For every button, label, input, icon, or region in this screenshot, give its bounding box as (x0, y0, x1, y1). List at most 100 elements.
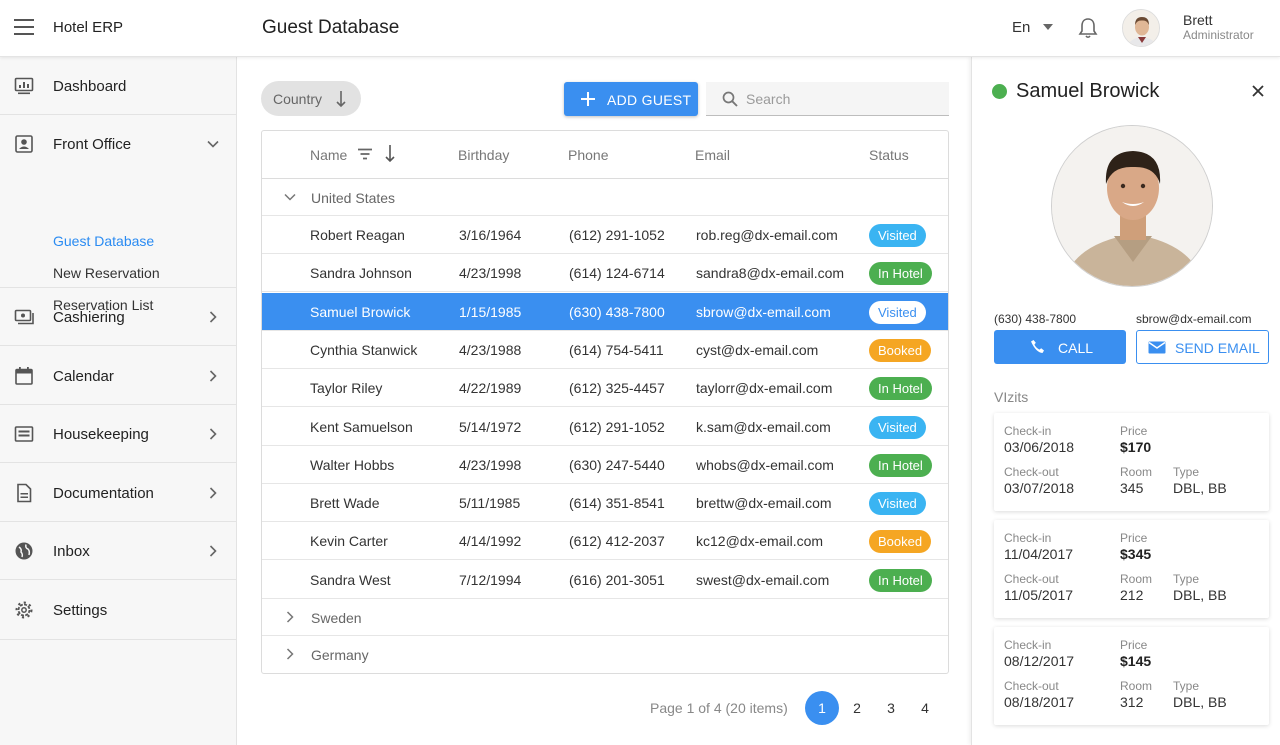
sidebar-item-inbox[interactable]: Inbox (0, 522, 237, 580)
inbox-icon (15, 542, 33, 560)
chevron-right-icon (286, 648, 294, 660)
chevron-right-icon (209, 428, 217, 440)
chevron-right-icon (209, 311, 217, 323)
documentation-icon (17, 483, 32, 503)
cell-birthday: 4/23/1988 (459, 341, 522, 358)
sidebar-item-label: Settings (53, 602, 108, 619)
column-header-phone[interactable]: Phone (568, 147, 608, 163)
visit-card: Check-in 08/12/2017 Check-out 08/18/2017 Pri… (994, 627, 1269, 725)
cell-email: brettw@dx-email.com (696, 495, 832, 512)
group-label: Sweden (311, 610, 362, 626)
check-out-value: 11/05/2017 (1004, 587, 1074, 603)
sort-descending-icon[interactable] (384, 144, 396, 164)
cell-phone: (612) 325-4457 (569, 380, 665, 397)
type-value: DBL, BB (1173, 694, 1227, 710)
sidebar-item-label: Documentation (53, 485, 154, 502)
sidebar-item-documentation[interactable]: Documentation (0, 464, 237, 522)
table-row[interactable]: Sandra West 7/12/1994 (616) 201-3051 swest@… (262, 561, 948, 599)
cell-email: sandra8@dx-email.com (696, 265, 845, 282)
table-row[interactable]: Kent Samuelson 5/14/1972 (612) 291-1052 k.s… (262, 408, 948, 446)
cell-phone: (614) 124-6714 (569, 265, 665, 282)
avatar[interactable] (1122, 9, 1160, 47)
send-email-button[interactable]: SEND EMAIL (1136, 330, 1269, 364)
cell-birthday: 5/14/1972 (459, 418, 522, 435)
sidebar-item-cashiering[interactable]: Cashiering (0, 288, 237, 346)
guest-detail-panel: Samuel Browick (630) 438-7800 sbrow@dx-e… (971, 57, 1280, 745)
cell-email: cyst@dx-email.com (696, 341, 819, 358)
cell-birthday: 3/16/1964 (459, 227, 522, 243)
group-row-sweden[interactable]: Sweden (262, 599, 948, 636)
group-row-germany[interactable]: Germany (262, 636, 948, 673)
price-label: Price (1120, 638, 1148, 652)
search-input[interactable] (746, 82, 941, 115)
page-button-2[interactable]: 2 (840, 691, 874, 725)
table-row[interactable]: Robert Reagan 3/16/1964 (612) 291-1052 rob.… (262, 216, 948, 254)
table-row[interactable]: Kevin Carter 4/14/1992 (612) 412-2037 kc12@… (262, 522, 948, 561)
column-header-email[interactable]: Email (695, 147, 730, 163)
check-in-value: 11/04/2017 (1004, 546, 1074, 562)
room-value: 212 (1120, 587, 1144, 603)
add-guest-label: ADD GUEST (607, 92, 692, 108)
group-row-united-states[interactable]: United States (262, 179, 948, 216)
price-label: Price (1120, 531, 1148, 545)
call-button[interactable]: CALL (994, 330, 1126, 364)
room-value: 345 (1120, 480, 1144, 496)
table-row[interactable]: Brett Wade 5/11/1985 (614) 351-8541 brettw@… (262, 484, 948, 523)
table-row[interactable]: Walter Hobbs 4/23/1998 (630) 247-5440 whobs… (262, 446, 948, 484)
filter-icon[interactable] (358, 148, 372, 160)
chip-label: Country (273, 91, 323, 107)
group-label: Germany (311, 647, 369, 663)
cell-name: Taylor Riley (310, 380, 383, 397)
sidebar-item-front-office[interactable]: Front Office Guest Database New Reservat… (0, 115, 237, 313)
page-button-3[interactable]: 3 (874, 691, 908, 725)
cell-birthday: 4/23/1998 (459, 456, 522, 473)
sidebar-subitem-guest-database[interactable]: Guest Database (53, 233, 154, 249)
table-row[interactable]: Cynthia Stanwick 4/23/1988 (614) 754-5411 c… (262, 331, 948, 369)
status-badge: Visited (869, 415, 926, 439)
cell-phone: (630) 247-5440 (569, 456, 665, 473)
front-office-icon (15, 135, 33, 153)
sidebar-subitem-new-reservation[interactable]: New Reservation (53, 265, 160, 281)
column-header-status[interactable]: Status (869, 147, 909, 163)
type-label: Type (1173, 465, 1200, 479)
user-name: Brett (1183, 12, 1213, 28)
page-button-1[interactable]: 1 (805, 691, 839, 725)
table-row[interactable]: Taylor Riley 4/22/1989 (612) 325-4457 taylo… (262, 369, 948, 408)
cell-name: Cynthia Stanwick (310, 341, 418, 358)
page-button-4[interactable]: 4 (908, 691, 942, 725)
menu-icon[interactable] (14, 19, 34, 35)
cell-birthday: 4/22/1989 (459, 380, 522, 397)
cell-email: rob.reg@dx-email.com (696, 227, 838, 243)
status-badge: In Hotel (869, 568, 932, 592)
cell-email: sbrow@dx-email.com (696, 303, 831, 320)
sidebar-item-housekeeping[interactable]: Housekeeping (0, 405, 237, 463)
send-email-label: SEND EMAIL (1175, 340, 1260, 356)
cell-name: Robert Reagan (310, 227, 405, 243)
cell-name: Sandra West (310, 571, 391, 588)
language-selector[interactable]: En (1012, 19, 1030, 36)
close-icon[interactable] (1252, 85, 1264, 97)
group-by-country-chip[interactable]: Country (261, 81, 361, 116)
bell-icon[interactable] (1078, 17, 1098, 44)
cell-name: Kevin Carter (310, 533, 388, 550)
cell-phone: (612) 291-1052 (569, 227, 665, 243)
sidebar-item-dashboard[interactable]: Dashboard (0, 57, 237, 115)
cell-name: Samuel Browick (310, 303, 411, 320)
check-out-label: Check-out (1004, 679, 1059, 693)
cell-birthday: 5/11/1985 (459, 495, 521, 512)
column-header-name[interactable]: Name (310, 147, 347, 163)
sidebar-item-calendar[interactable]: Calendar (0, 347, 237, 405)
chevron-down-icon[interactable] (1043, 24, 1053, 30)
price-label: Price (1120, 424, 1148, 438)
sidebar-item-label: Dashboard (53, 78, 127, 95)
table-row[interactable]: Samuel Browick 1/15/1985 (630) 438-7800 sbr… (262, 292, 948, 331)
price-value: $345 (1120, 546, 1152, 562)
status-badge: Visited (869, 300, 926, 324)
table-row[interactable]: Sandra Johnson 4/23/1998 (614) 124-6714 san… (262, 254, 948, 293)
column-header-birthday[interactable]: Birthday (458, 147, 509, 163)
add-guest-button[interactable]: ADD GUEST (564, 82, 698, 116)
check-in-label: Check-in (1004, 424, 1052, 438)
cell-name: Brett Wade (310, 495, 380, 512)
sidebar-item-settings[interactable]: Settings (0, 581, 237, 640)
room-label: Room (1120, 465, 1153, 479)
